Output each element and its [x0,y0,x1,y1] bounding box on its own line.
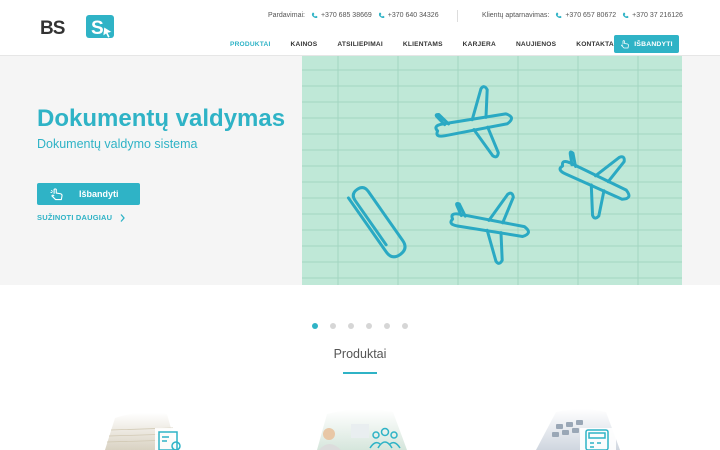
slider-dot-4[interactable] [366,323,372,329]
phone-icon [378,12,385,18]
sales-phone-1[interactable]: +370 685 38669 [311,12,372,19]
phone-icon [311,12,318,18]
product-card-calculator[interactable] [530,404,630,450]
service-phone-1[interactable]: +370 657 80672 [555,12,616,19]
service-phone-2-text: +370 37 216126 [632,12,683,19]
svg-text:BS: BS [40,18,65,39]
svg-text:S: S [91,18,104,39]
slider-dots [312,323,408,329]
phone-icon [623,12,629,18]
contacts-divider [457,10,458,22]
slider-dot-3[interactable] [348,323,354,329]
sales-contacts: Pardavimai: +370 685 38669 +370 640 3432… [268,12,439,19]
sales-phone-1-text: +370 685 38669 [320,12,372,19]
slider-dot-6[interactable] [402,323,408,329]
hero-try-label: Išbandyti [79,189,119,199]
sales-label: Pardavimai: [268,12,305,19]
calculator-image [536,409,620,450]
chevron-right-icon [120,213,126,222]
slider-dot-2[interactable] [330,323,336,329]
hand-pointer-icon [621,39,630,48]
learn-more-label: SUŽINOTI DAUGIAU [37,213,113,222]
service-phone-1-text: +370 657 80672 [565,12,617,19]
learn-more-link[interactable]: SUŽINOTI DAUGIAU [37,213,126,222]
hero-image-paperclip-airplanes [302,56,682,285]
slider-dot-1[interactable] [312,323,318,329]
product-card-documents[interactable] [97,404,197,450]
product-card-people[interactable] [313,404,413,450]
bss-logo[interactable]: BS S [40,14,116,40]
header-try-label: IŠBANDYTI [634,40,673,48]
hero-subtitle: Dokumentų valdymo sistema [37,137,198,151]
site-header: BS S Pardavimai: +370 685 38669 +370 640… [0,0,720,58]
documents-stack-image [105,412,183,450]
service-contacts: Klientų aptarnavimas: +370 657 80672 +37… [482,12,683,19]
hero-title: Dokumentų valdymas [37,105,286,132]
slider-dot-5[interactable] [384,323,390,329]
service-label: Klientų aptarnavimas: [482,12,550,19]
hero-try-button[interactable]: Išbandyti [37,183,140,205]
service-phone-2[interactable]: +370 37 216126 [622,12,683,19]
phone-icon [556,12,562,18]
sales-phone-2-text: +370 640 34326 [387,12,439,19]
products-title: Produktai [333,347,387,361]
hand-pointer-icon [50,187,63,200]
header-try-button[interactable]: IŠBANDYTI [614,35,679,53]
business-people-image [317,409,407,450]
products-title-underline [343,372,377,374]
sales-phone-2[interactable]: +370 640 34326 [378,12,439,19]
hero-banner: Dokumentų valdymas Dokumentų valdymo sis… [0,56,720,285]
